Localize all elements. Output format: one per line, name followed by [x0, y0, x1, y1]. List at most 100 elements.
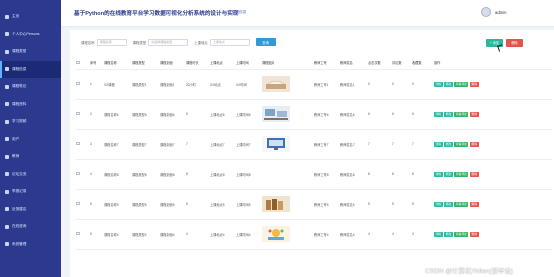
sidebar-item[interactable]: 系统管理	[0, 236, 61, 254]
sidebar-item-label: 反馈建议	[12, 206, 27, 211]
table-body: 1 XX课程 课程类型1 课程封面1 20小时 XX地点 XX时间 教师工号1 教师姓名1 0 0 0…	[76, 69, 552, 250]
view-comments-button[interactable]: 查看评论	[454, 111, 469, 117]
batch-delete-button[interactable]: 删除	[506, 39, 523, 47]
sidebar-item[interactable]: 在线咨询	[0, 218, 61, 236]
edit-button[interactable]: 修改	[444, 81, 453, 87]
sidebar-item[interactable]: 课程笔记	[0, 78, 61, 96]
table-row[interactable]: 2 课程名称6 课程类型6 课程封面6 6 上课地点6 上课时间6 教师工号6 教师姓名6 6 6 6…	[76, 99, 552, 130]
delete-button[interactable]: 删除	[469, 171, 479, 177]
course-thumbnail[interactable]	[262, 166, 290, 182]
view-comments-button[interactable]: 查看评论	[454, 231, 469, 237]
cell-duration: 20小时	[186, 69, 210, 100]
cell-time: 上课时间6	[236, 99, 262, 130]
search-button-label: 查询	[262, 40, 270, 45]
delete-button[interactable]: 删除	[469, 201, 479, 207]
sidebar-item-label: 课程笔记	[12, 84, 27, 89]
detail-button[interactable]: 详情	[434, 231, 443, 237]
table-row[interactable]: 3 课程名称7 课程类型7 课程封面7 7 上课地点7 上课时间7 教师工号7 教师姓名7 7 7 7…	[76, 129, 552, 160]
cell-type: 课程类型8	[132, 159, 160, 190]
sidebar-item[interactable]: 反馈建议	[0, 201, 61, 219]
sidebar-item[interactable]: 学习视频	[0, 113, 61, 131]
avatar[interactable]	[481, 7, 491, 17]
cell-teacher_name: 教师姓名7	[340, 129, 368, 160]
menu-icon	[5, 189, 9, 194]
cell-num: 1	[90, 69, 104, 100]
sidebar-item[interactable]: 用户	[0, 131, 61, 149]
column-header: 点击次数	[368, 57, 392, 70]
sidebar-item[interactable]: 主页	[0, 8, 61, 26]
sidebar-item[interactable]: 教师	[0, 148, 61, 166]
cell-teacher_name: 教师姓名4	[340, 219, 368, 250]
sidebar-item[interactable]: 课程资料	[0, 96, 61, 114]
row-checkbox[interactable]	[76, 141, 80, 146]
edit-button[interactable]: 修改	[444, 141, 453, 147]
delete-button[interactable]: 删除	[469, 81, 479, 87]
course-name-input[interactable]: 课程名称	[96, 38, 127, 46]
sidebar-item-label: 主页	[12, 14, 20, 19]
row-actions: 详情 修改 查看评论 删除	[434, 201, 552, 207]
row-checkbox[interactable]	[76, 81, 80, 86]
cell-teacher_name: 教师姓名5	[340, 189, 368, 220]
sidebar-item[interactable]: 课程信息	[0, 60, 61, 78]
table-row[interactable]: 1 XX课程 课程类型1 课程封面1 20小时 XX地点 XX时间 教师工号1 教师姓名1 0 0 0…	[76, 69, 552, 100]
detail-button[interactable]: 详情	[434, 141, 443, 147]
detail-button[interactable]: 详情	[434, 201, 443, 207]
sidebar-item[interactable]: 举报记录	[0, 183, 61, 201]
row-checkbox[interactable]	[76, 171, 80, 176]
row-checkbox[interactable]	[76, 111, 80, 116]
cell-type: 课程类型1	[132, 69, 160, 100]
sidebar-item-label: 教师	[12, 154, 20, 159]
table-row[interactable]: 4 课程名称8 课程类型8 课程封面8 8 上课地点8 上课时间8 教师工号8 教师姓名8 8 8 8…	[76, 159, 552, 190]
sidebar-item[interactable]: 论坛交流	[0, 166, 61, 184]
row-actions: 详情 修改 查看评论 删除	[434, 231, 552, 237]
cell-place: 上课地点5	[210, 189, 236, 220]
edit-button[interactable]: 修改	[444, 171, 453, 177]
detail-button[interactable]: 详情	[434, 171, 443, 177]
view-comments-button[interactable]: 查看评论	[454, 171, 469, 177]
detail-button[interactable]: 详情	[434, 111, 443, 117]
menu-icon	[5, 224, 9, 229]
search-button[interactable]: 查询	[255, 38, 276, 46]
cell-actions: 详情 修改 查看评论 删除	[434, 129, 552, 160]
cell-comments: 8	[392, 159, 412, 190]
view-comments-button[interactable]: 查看评论	[454, 141, 469, 147]
cell-clicks: 6	[368, 99, 392, 130]
row-checkbox[interactable]	[76, 201, 80, 206]
course-thumbnail[interactable]	[262, 136, 290, 152]
sidebar-item[interactable]: 课程类型	[0, 43, 61, 61]
column-header: 课程名称	[104, 57, 132, 70]
detail-button[interactable]: 详情	[434, 81, 443, 87]
cell-comments: 6	[392, 99, 412, 130]
cell-duration: 4	[186, 219, 210, 250]
course-type-select[interactable]: 请选择课程类型	[148, 38, 189, 46]
delete-button[interactable]: 删除	[469, 111, 479, 117]
course-thumbnail[interactable]	[262, 106, 290, 122]
table-row[interactable]: 5 课程名称5 课程类型5 课程封面5 5 上课地点5 上课时间5 教师工号5 教师姓名5 5 5 5…	[76, 189, 552, 220]
course-thumbnail[interactable]	[262, 76, 290, 92]
cell-duration: 6	[186, 99, 210, 130]
user-name[interactable]: admin	[495, 10, 506, 15]
delete-button[interactable]: 删除	[469, 141, 479, 147]
place-input[interactable]: 上课地点	[209, 38, 250, 46]
delete-button[interactable]: 删除	[469, 231, 479, 237]
cell-spacer	[294, 219, 314, 250]
table-row[interactable]: 6 课程名称4 课程类型4 课程封面4 4 上课地点4 上课时间4 教师工号4 教师姓名4 4 4 4…	[76, 219, 552, 250]
row-checkbox[interactable]	[76, 231, 80, 236]
column-header: 教师工号	[314, 57, 340, 70]
sidebar-item-label: 举报记录	[12, 189, 27, 194]
column-header: 收藏数	[412, 57, 434, 70]
menu-icon	[5, 14, 9, 19]
watermark: CSDN @计算机Yidian(接毕设)	[425, 268, 513, 275]
edit-button[interactable]: 修改	[444, 201, 453, 207]
cell-teacher_name: 教师姓名1	[340, 69, 368, 100]
course-thumbnail[interactable]	[262, 196, 290, 212]
select-all-checkbox[interactable]	[76, 60, 80, 64]
cell-type: 课程类型5	[132, 189, 160, 220]
menu-icon	[5, 102, 9, 107]
view-comments-button[interactable]: 查看评论	[454, 81, 469, 87]
edit-button[interactable]: 修改	[444, 231, 453, 237]
course-thumbnail[interactable]	[262, 226, 290, 242]
view-comments-button[interactable]: 查看评论	[454, 201, 469, 207]
sidebar-item[interactable]: 个人中心Persons	[0, 26, 61, 44]
edit-button[interactable]: 修改	[444, 111, 453, 117]
